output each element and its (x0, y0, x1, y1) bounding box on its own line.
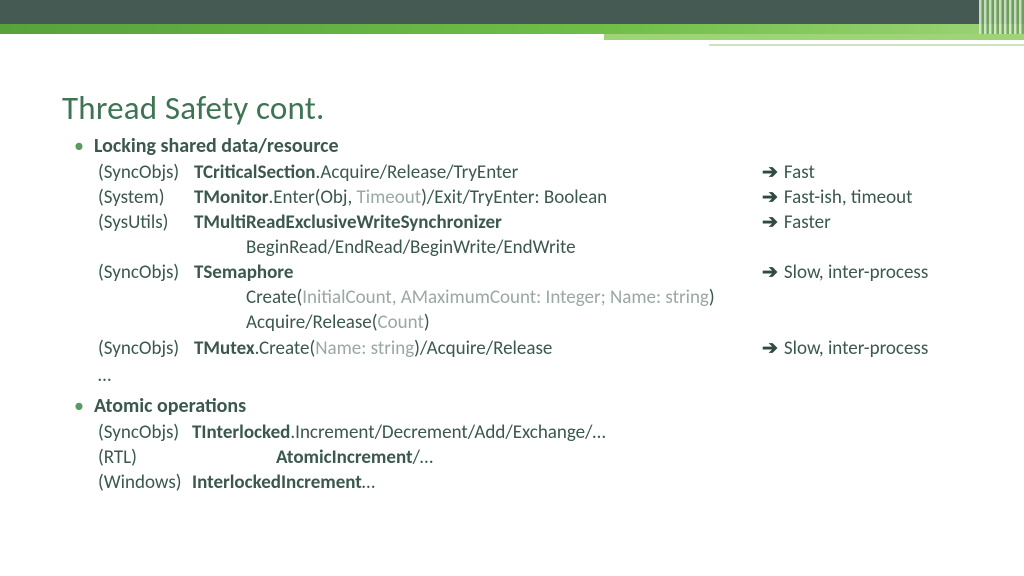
locking-row-5: (SyncObjs) TMutex.Create(Name: string)/A… (98, 336, 962, 361)
locking-row-1: (SyncObjs) TCriticalSection.Acquire/Rele… (98, 160, 962, 185)
bullet-atomic: Atomic operations (62, 394, 962, 418)
method-subtext: Create(InitialCount, AMaximumCount: Inte… (246, 285, 715, 310)
unit-label: (System) (98, 185, 194, 210)
bullet-heading: Atomic operations (94, 394, 246, 418)
atomic-row-1: (SyncObjs) TInterlocked.Increment/Decrem… (98, 420, 962, 445)
atomic-list: (SyncObjs) TInterlocked.Increment/Decrem… (98, 420, 962, 495)
note: ➔Faster (762, 210, 962, 235)
note: ➔Slow, inter-process (762, 260, 962, 285)
method-text: InterlockedIncrement… (192, 470, 962, 495)
method-text: TMultiReadExclusiveWriteSynchronizer (194, 210, 762, 235)
method-text: TCriticalSection.Acquire/Release/TryEnte… (194, 160, 762, 185)
bullet-locking: Locking shared data/resource (62, 134, 962, 158)
locking-row-4b: Create(InitialCount, AMaximumCount: Inte… (98, 285, 962, 310)
ellipsis: … (98, 361, 962, 390)
method-subtext: Acquire/Release(Count) (246, 310, 430, 335)
unit-label: (Windows) (98, 470, 192, 495)
note: ➔Fast (762, 160, 962, 185)
locking-row-4: (SyncObjs) TSemaphore ➔Slow, inter-proce… (98, 260, 962, 285)
locking-list: (SyncObjs) TCriticalSection.Acquire/Rele… (98, 160, 962, 390)
method-text: TMonitor.Enter(Obj, Timeout)/Exit/TryEnt… (194, 185, 762, 210)
note: ➔Slow, inter-process (762, 336, 962, 361)
atomic-row-2: (RTL) AtomicIncrement/… (98, 445, 962, 470)
unit-label: (SyncObjs) (98, 260, 194, 285)
unit-label: (SyncObjs) (98, 420, 192, 445)
atomic-row-3: (Windows) InterlockedIncrement… (98, 470, 962, 495)
method-text: TInterlocked.Increment/Decrement/Add/Exc… (192, 420, 962, 445)
slide-content: Thread Safety cont. Locking shared data/… (0, 36, 1024, 495)
unit-label: (RTL) (98, 445, 192, 470)
note: ➔Fast-ish, timeout (762, 185, 962, 210)
locking-row-3b: BeginRead/EndRead/BeginWrite/EndWrite (98, 235, 962, 260)
bullet-heading: Locking shared data/resource (94, 134, 339, 158)
slide-top-border (0, 0, 1024, 36)
unit-label: (SysUtils) (98, 210, 194, 235)
method-text: TSemaphore (194, 260, 762, 285)
locking-row-2: (System) TMonitor.Enter(Obj, Timeout)/Ex… (98, 185, 962, 210)
method-text: TMutex.Create(Name: string)/Acquire/Rele… (194, 336, 762, 361)
unit-label: (SyncObjs) (98, 160, 194, 185)
unit-label: (SyncObjs) (98, 336, 194, 361)
method-text: AtomicIncrement/… (192, 445, 962, 470)
locking-row-4c: Acquire/Release(Count) (98, 310, 962, 335)
locking-row-3: (SysUtils) TMultiReadExclusiveWriteSynch… (98, 210, 962, 235)
slide-title: Thread Safety cont. (62, 88, 962, 128)
method-subtext: BeginRead/EndRead/BeginWrite/EndWrite (246, 235, 576, 260)
